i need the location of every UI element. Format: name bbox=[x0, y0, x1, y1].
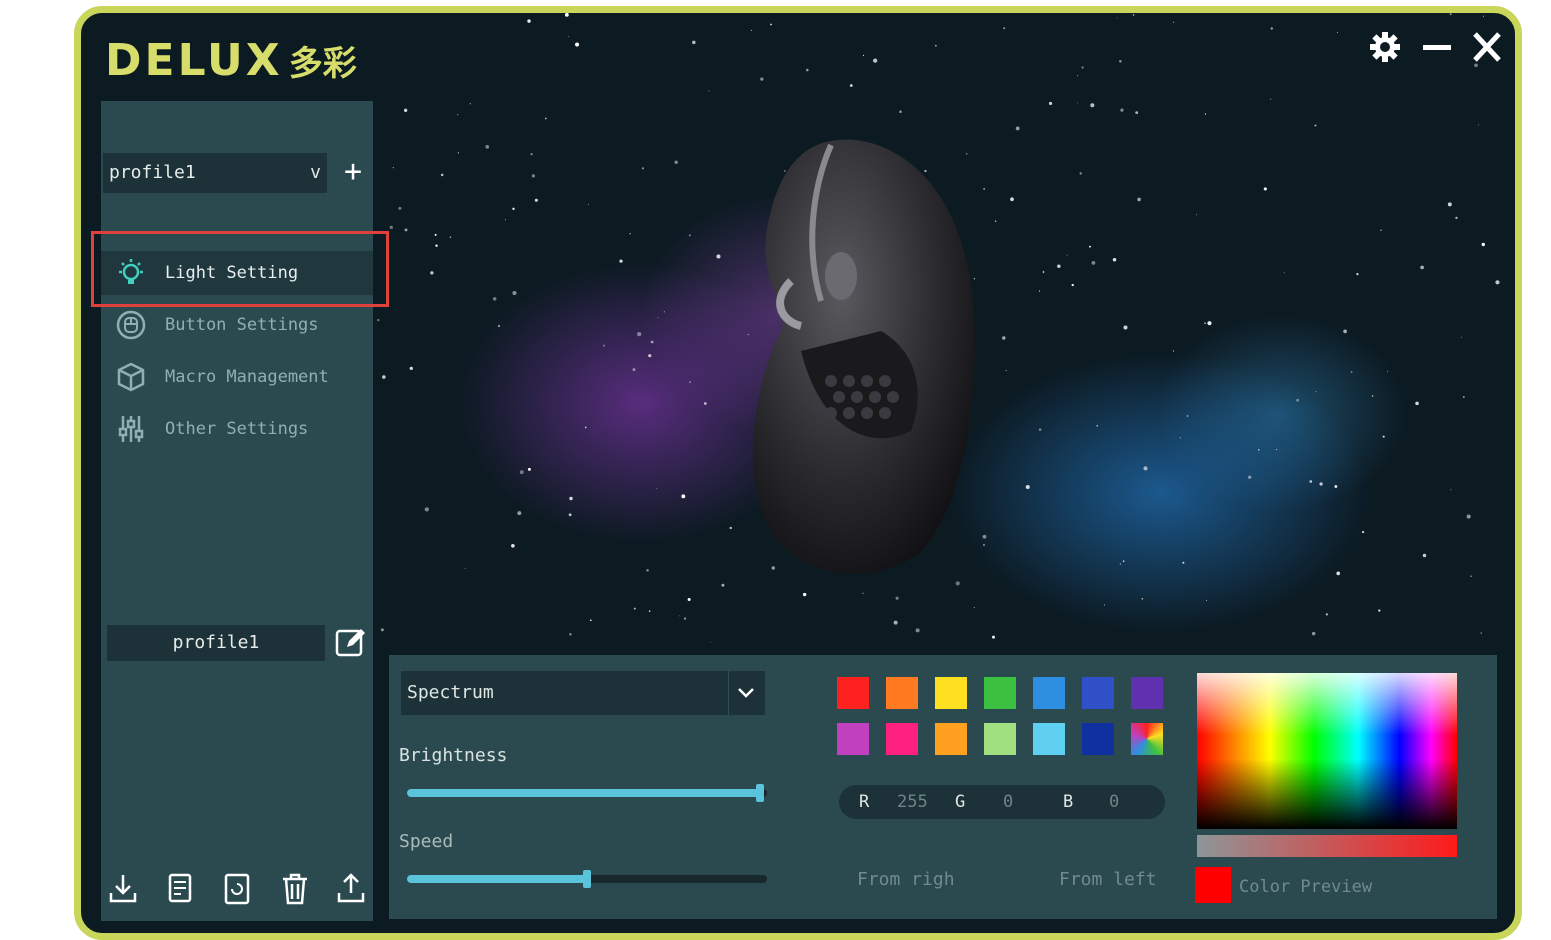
cube-icon bbox=[117, 362, 145, 392]
direction-left-option[interactable]: From left bbox=[1059, 869, 1157, 890]
chevron-down-icon bbox=[738, 688, 754, 698]
color-swatch[interactable] bbox=[984, 677, 1016, 709]
light-settings-panel: Spectrum Brightness Speed R 255 G 0 B 0 … bbox=[389, 655, 1497, 919]
r-label: R bbox=[859, 792, 870, 812]
g-value-input[interactable]: 0 bbox=[1003, 792, 1013, 812]
mouse-circle-icon bbox=[116, 310, 146, 340]
profile-toolbar bbox=[101, 867, 373, 911]
b-value-input[interactable]: 0 bbox=[1109, 792, 1119, 812]
color-picker-area[interactable] bbox=[1197, 673, 1457, 829]
sidebar-item-label: Macro Management bbox=[165, 367, 329, 387]
edit-icon[interactable] bbox=[333, 625, 369, 661]
profile-select[interactable]: profile1 v bbox=[103, 153, 327, 193]
color-swatch[interactable] bbox=[1082, 723, 1114, 755]
color-swatch[interactable] bbox=[1033, 677, 1065, 709]
sidebar-item-other-settings[interactable]: Other Settings bbox=[101, 407, 373, 451]
profile-select-value: profile1 bbox=[109, 162, 196, 183]
hue-slider[interactable] bbox=[1197, 835, 1457, 857]
profile-name-field[interactable]: profile1 bbox=[107, 625, 325, 661]
brand-cjk-text: 多彩 bbox=[288, 44, 357, 84]
plus-icon[interactable]: + bbox=[337, 157, 369, 189]
color-swatch[interactable] bbox=[935, 677, 967, 709]
color-swatch[interactable] bbox=[886, 723, 918, 755]
color-swatch[interactable] bbox=[886, 677, 918, 709]
close-icon[interactable] bbox=[1467, 27, 1507, 67]
sidebar-item-button-settings[interactable]: Button Settings bbox=[101, 303, 373, 347]
export-icon[interactable] bbox=[333, 871, 369, 907]
color-swatch[interactable] bbox=[935, 723, 967, 755]
color-swatch[interactable] bbox=[1082, 677, 1114, 709]
rgb-input-bar: R 255 G 0 B 0 bbox=[839, 785, 1165, 819]
sliders-icon bbox=[118, 416, 144, 442]
g-label: G bbox=[955, 792, 966, 812]
color-swatch[interactable] bbox=[1131, 723, 1163, 755]
color-swatch[interactable] bbox=[984, 723, 1016, 755]
restore-icon[interactable] bbox=[219, 871, 255, 907]
delete-icon[interactable] bbox=[277, 871, 313, 907]
speed-slider[interactable] bbox=[407, 870, 767, 888]
color-swatch[interactable] bbox=[1131, 677, 1163, 709]
color-swatch[interactable] bbox=[837, 677, 869, 709]
minimize-icon[interactable] bbox=[1417, 27, 1457, 67]
chevron-down-icon: v bbox=[310, 162, 321, 183]
brand-text: DELUX bbox=[105, 35, 283, 86]
sidebar: profile1 v + Light Setting Button Settin… bbox=[101, 101, 373, 921]
speed-label: Speed bbox=[399, 831, 454, 852]
import-icon[interactable] bbox=[105, 871, 141, 907]
mouse-image bbox=[752, 139, 975, 574]
b-label: B bbox=[1063, 792, 1074, 812]
app-window: DELUX 多彩 profile1 v + Light Setting Butt… bbox=[74, 6, 1522, 940]
brightness-label: Brightness bbox=[399, 745, 508, 766]
sidebar-item-macro-management[interactable]: Macro Management bbox=[101, 355, 373, 399]
slider-handle[interactable] bbox=[755, 784, 764, 802]
sidebar-item-light-setting[interactable]: Light Setting bbox=[101, 251, 373, 295]
direction-right-option[interactable]: From righ bbox=[857, 869, 955, 890]
bulb-icon bbox=[119, 259, 143, 284]
color-swatch[interactable] bbox=[1033, 723, 1065, 755]
save-icon[interactable] bbox=[163, 871, 199, 907]
brightness-slider[interactable] bbox=[407, 784, 767, 802]
sidebar-item-label: Button Settings bbox=[165, 315, 319, 335]
sidebar-item-label: Light Setting bbox=[165, 263, 299, 283]
color-preview-swatch bbox=[1195, 867, 1231, 903]
slider-handle[interactable] bbox=[583, 870, 591, 888]
effect-select-value: Spectrum bbox=[407, 682, 494, 703]
effect-select[interactable]: Spectrum bbox=[401, 671, 765, 715]
brand-logo: DELUX 多彩 bbox=[105, 35, 357, 86]
color-preview-label: Color Preview bbox=[1239, 877, 1373, 897]
gear-icon[interactable] bbox=[1365, 27, 1405, 67]
sidebar-item-label: Other Settings bbox=[165, 419, 309, 439]
color-swatch[interactable] bbox=[837, 723, 869, 755]
r-value-input[interactable]: 255 bbox=[897, 792, 928, 812]
